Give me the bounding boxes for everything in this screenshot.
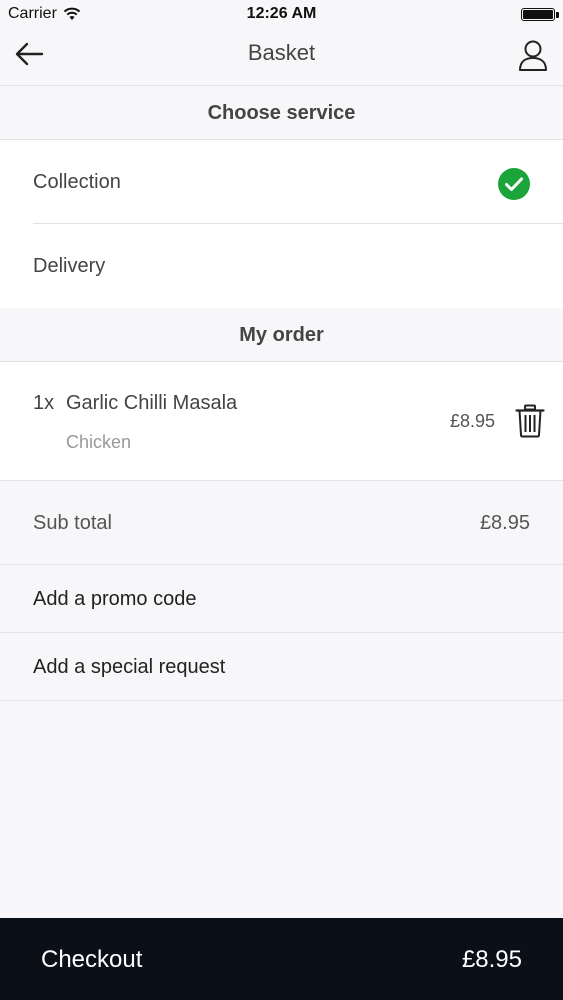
divider [33, 223, 563, 224]
order-item-quantity: 1x [33, 392, 55, 414]
nav-bar: Basket [0, 28, 563, 86]
battery-level [523, 10, 553, 19]
subtotal-value: £8.95 [479, 512, 530, 534]
add-promo-code-button[interactable]: Add a promo code [33, 588, 533, 616]
page-title: Basket [247, 40, 316, 65]
order-item-option: Chicken [66, 432, 132, 452]
check-circle-icon [498, 168, 530, 200]
checkout-total: £8.95 [461, 946, 522, 973]
service-option-delivery[interactable]: Delivery [33, 255, 453, 285]
choose-service-header: Choose service [0, 86, 563, 140]
checkout-label: Checkout [41, 946, 143, 973]
divider [0, 632, 563, 633]
divider [0, 480, 563, 481]
basket-screen: Carrier 12:26 AM Basket Choose service C… [0, 0, 563, 1000]
add-special-request-button[interactable]: Add a special request [33, 656, 533, 684]
subtotal-label: Sub total [33, 512, 112, 534]
service-option-collection[interactable]: Collection [33, 171, 453, 201]
clock: 12:26 AM [246, 5, 317, 22]
divider [0, 700, 563, 701]
divider [0, 564, 563, 565]
battery-tip [556, 12, 559, 18]
order-item-price: £8.95 [449, 411, 495, 431]
trash-icon[interactable] [515, 404, 545, 438]
checkout-button[interactable]: Checkout £8.95 [0, 918, 563, 1000]
user-icon[interactable] [517, 38, 549, 72]
order-item-name: Garlic Chilli Masala [66, 392, 238, 414]
status-bar: Carrier 12:26 AM [0, 0, 563, 28]
my-order-header: My order [0, 308, 563, 362]
battery-icon [521, 8, 555, 21]
service-options: Collection Delivery [0, 140, 563, 308]
